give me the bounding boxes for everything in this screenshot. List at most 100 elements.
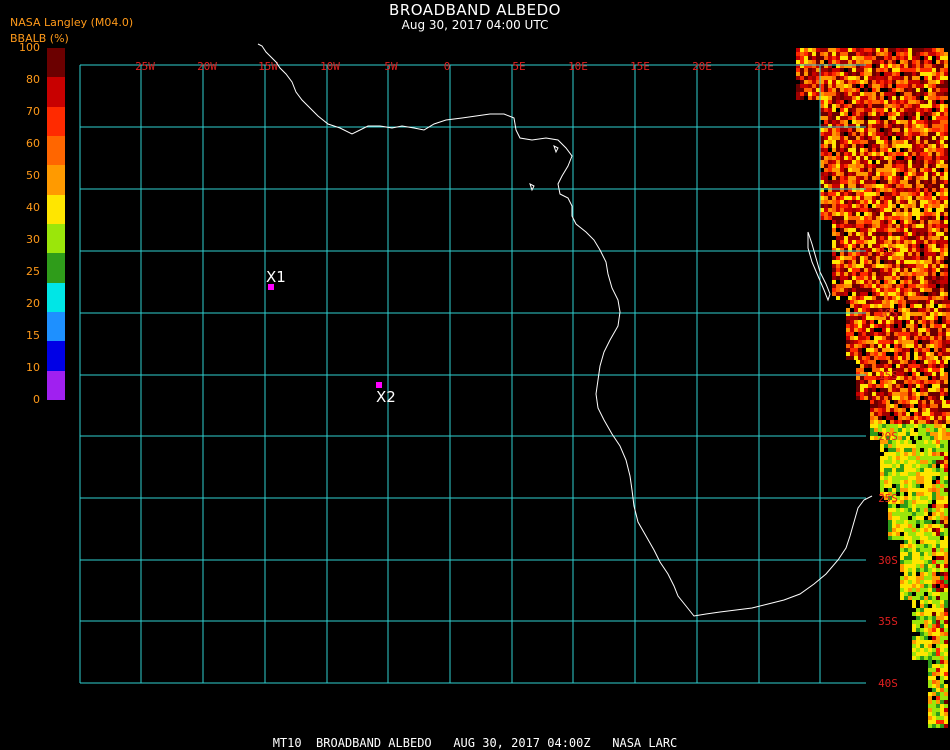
albedo-pixel [896,460,900,464]
albedo-pixel [942,416,946,420]
albedo-pixel [936,388,940,392]
albedo-pixel [908,560,912,564]
albedo-pixel [928,216,932,220]
albedo-pixel [832,156,836,160]
albedo-pixel [870,304,874,308]
albedo-pixel [868,76,872,80]
albedo-pixel [928,612,932,616]
albedo-pixel [904,100,908,104]
albedo-pixel [880,172,884,176]
albedo-pixel [876,96,880,100]
albedo-pixel [908,496,912,500]
albedo-pixel [832,68,836,72]
albedo-pixel [824,72,828,76]
albedo-pixel [876,88,880,92]
albedo-pixel [848,200,852,204]
albedo-pixel [844,244,848,248]
albedo-pixel [906,340,910,344]
albedo-pixel [944,248,948,252]
albedo-pixel [852,196,856,200]
albedo-pixel [944,212,948,216]
albedo-pixel [942,400,946,404]
albedo-pixel [824,200,828,204]
albedo-pixel [872,384,876,388]
albedo-pixel [928,724,932,728]
albedo-pixel [844,220,848,224]
albedo-pixel [872,48,876,52]
albedo-pixel [932,244,936,248]
albedo-pixel [944,360,948,364]
albedo-pixel [816,72,820,76]
albedo-pixel [916,476,920,480]
albedo-pixel [916,236,920,240]
albedo-pixel [936,232,940,236]
albedo-pixel [848,184,852,188]
albedo-pixel [832,216,836,220]
albedo-pixel [900,252,904,256]
albedo-pixel [888,208,892,212]
albedo-pixel [936,536,940,540]
albedo-pixel [888,524,892,528]
albedo-pixel [868,248,872,252]
albedo-pixel [936,700,940,704]
albedo-pixel [856,200,860,204]
albedo-pixel [928,652,932,656]
albedo-pixel [920,652,924,656]
albedo-pixel [820,108,824,112]
albedo-pixel [916,496,920,500]
albedo-pixel [870,328,874,332]
albedo-pixel [928,252,932,256]
albedo-pixel [852,260,856,264]
albedo-pixel [932,76,936,80]
albedo-pixel [844,76,848,80]
albedo-pixel [868,144,872,148]
albedo-pixel [880,80,884,84]
albedo-pixel [904,508,908,512]
albedo-pixel [912,244,916,248]
albedo-pixel [910,308,914,312]
albedo-pixel [858,324,862,328]
longitude-label: 5E [512,60,525,73]
albedo-pixel [936,708,940,712]
albedo-pixel [936,604,940,608]
albedo-pixel [896,100,900,104]
albedo-pixel [882,404,886,408]
albedo-pixel [930,408,934,412]
albedo-pixel [894,352,898,356]
albedo-pixel [900,528,904,532]
albedo-pixel [932,680,936,684]
albedo-pixel [852,144,856,148]
albedo-pixel [928,692,932,696]
albedo-pixel [868,168,872,172]
albedo-pixel [912,128,916,132]
albedo-pixel [928,608,932,612]
albedo-pixel [940,388,944,392]
albedo-pixel [840,220,844,224]
albedo-pixel [900,296,904,300]
albedo-pixel [876,228,880,232]
albedo-pixel [900,468,904,472]
albedo-pixel [926,436,930,440]
albedo-pixel [900,492,904,496]
albedo-pixel [860,96,864,100]
albedo-pixel [922,316,926,320]
albedo-pixel [944,648,948,652]
albedo-pixel [900,220,904,224]
albedo-pixel [828,128,832,132]
albedo-pixel [936,460,940,464]
albedo-pixel [848,208,852,212]
albedo-pixel [868,52,872,56]
albedo-pixel [868,184,872,188]
albedo-pixel [924,180,928,184]
albedo-pixel [904,552,908,556]
albedo-pixel [884,364,888,368]
albedo-pixel [920,176,924,180]
albedo-pixel [944,612,948,616]
albedo-pixel [944,488,948,492]
albedo-pixel [916,580,920,584]
albedo-pixel [936,140,940,144]
albedo-pixel [888,76,892,80]
albedo-pixel [820,148,824,152]
albedo-pixel [840,204,844,208]
albedo-pixel [940,208,944,212]
